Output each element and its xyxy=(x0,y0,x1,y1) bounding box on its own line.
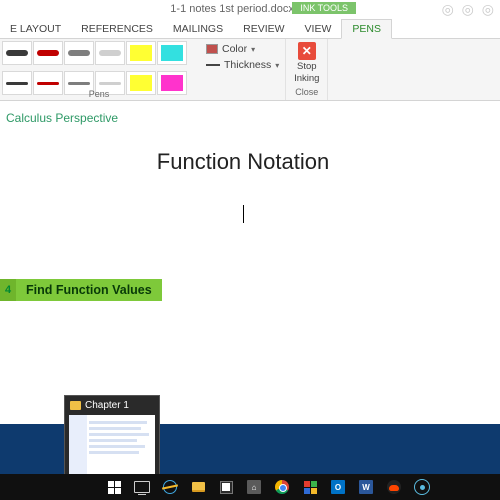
ribbon-group-label-pens: Pens xyxy=(0,89,198,99)
task-view-icon xyxy=(134,481,150,493)
context-tool-label: INK TOOLS xyxy=(292,2,356,14)
start-button[interactable] xyxy=(100,474,128,500)
highlighter-swatch[interactable] xyxy=(126,41,156,65)
pen-swatch[interactable] xyxy=(64,41,94,65)
pen-swatch[interactable] xyxy=(33,41,63,65)
folder-icon xyxy=(70,401,81,410)
stop-inking-label-2: Inking xyxy=(294,73,319,84)
app-icon: ⌂ xyxy=(247,480,261,494)
ribbon-tabs: INK TOOLS E LAYOUT REFERENCES MAILINGS R… xyxy=(0,19,500,39)
grid-icon xyxy=(304,481,317,494)
record-icon xyxy=(414,479,430,495)
taskbar-file-explorer[interactable] xyxy=(184,474,212,500)
folder-icon xyxy=(192,482,205,492)
taskbar-launcher[interactable] xyxy=(296,474,324,500)
thickness-picker[interactable]: Thickness ▾ xyxy=(206,59,279,71)
tab-page-layout[interactable]: E LAYOUT xyxy=(0,20,71,38)
taskbar-chrome[interactable] xyxy=(268,474,296,500)
tab-view[interactable]: VIEW xyxy=(295,20,342,38)
example-title: Find Function Values xyxy=(16,279,162,301)
task-view-button[interactable] xyxy=(128,474,156,500)
preview-body xyxy=(69,415,155,477)
tab-review[interactable]: REVIEW xyxy=(233,20,294,38)
pen-tools-group: Color ▾ Thickness ▾ xyxy=(198,39,286,100)
document-heading: Function Notation xyxy=(6,149,480,175)
ribbon: Pens Color ▾ Thickness ▾ ✕ Stop Inking C… xyxy=(0,39,500,101)
chevron-down-icon: ▾ xyxy=(275,61,279,70)
taskbar-store[interactable] xyxy=(212,474,240,500)
color-swatch-icon xyxy=(206,44,218,54)
thickness-icon xyxy=(206,64,220,66)
taskbar: ⌂ O W xyxy=(0,474,500,500)
thickness-label: Thickness xyxy=(224,59,271,71)
color-picker[interactable]: Color ▾ xyxy=(206,43,279,55)
taskbar-ie[interactable] xyxy=(156,474,184,500)
taskbar-word[interactable]: W xyxy=(352,474,380,500)
outlook-icon: O xyxy=(331,480,345,494)
taskbar-app[interactable]: ⌂ xyxy=(240,474,268,500)
windows-icon xyxy=(108,481,121,494)
store-icon xyxy=(220,481,233,494)
close-icon: ✕ xyxy=(298,42,316,60)
tab-mailings[interactable]: MAILINGS xyxy=(163,20,233,38)
stop-inking-button[interactable]: ✕ Stop Inking Close xyxy=(286,39,328,100)
pen-swatch[interactable] xyxy=(95,41,125,65)
section-label: Calculus Perspective xyxy=(6,111,480,125)
taskbar-outlook[interactable]: O xyxy=(324,474,352,500)
example-number: 4 xyxy=(0,279,16,301)
title-bar: 1-1 notes 1st period.docx - Word ◎ ◎ ◎ xyxy=(0,0,500,19)
taskbar-reddit[interactable] xyxy=(380,474,408,500)
word-icon: W xyxy=(359,480,373,494)
chevron-down-icon: ▾ xyxy=(251,45,255,54)
titlebar-decor: ◎ ◎ ◎ xyxy=(442,0,496,19)
text-cursor xyxy=(243,205,244,223)
tab-references[interactable]: REFERENCES xyxy=(71,20,163,38)
preview-titlebar: Chapter 1 xyxy=(65,396,159,415)
chrome-icon xyxy=(275,480,289,494)
internet-explorer-icon xyxy=(163,480,177,494)
tab-pens[interactable]: PENS xyxy=(341,19,392,39)
stop-inking-label-1: Stop xyxy=(297,61,317,72)
reddit-icon xyxy=(387,480,401,494)
taskbar-recorder[interactable] xyxy=(408,474,436,500)
ribbon-group-label-close: Close xyxy=(295,87,318,97)
example-badge: 4 Find Function Values xyxy=(0,279,162,301)
document-area[interactable]: Calculus Perspective Function Notation 4… xyxy=(0,101,500,445)
highlighter-swatch[interactable] xyxy=(157,41,187,65)
taskbar-preview-explorer[interactable]: Chapter 1 xyxy=(64,395,160,482)
color-label: Color xyxy=(222,43,247,55)
pen-swatch[interactable] xyxy=(2,41,32,65)
preview-title: Chapter 1 xyxy=(85,400,129,411)
